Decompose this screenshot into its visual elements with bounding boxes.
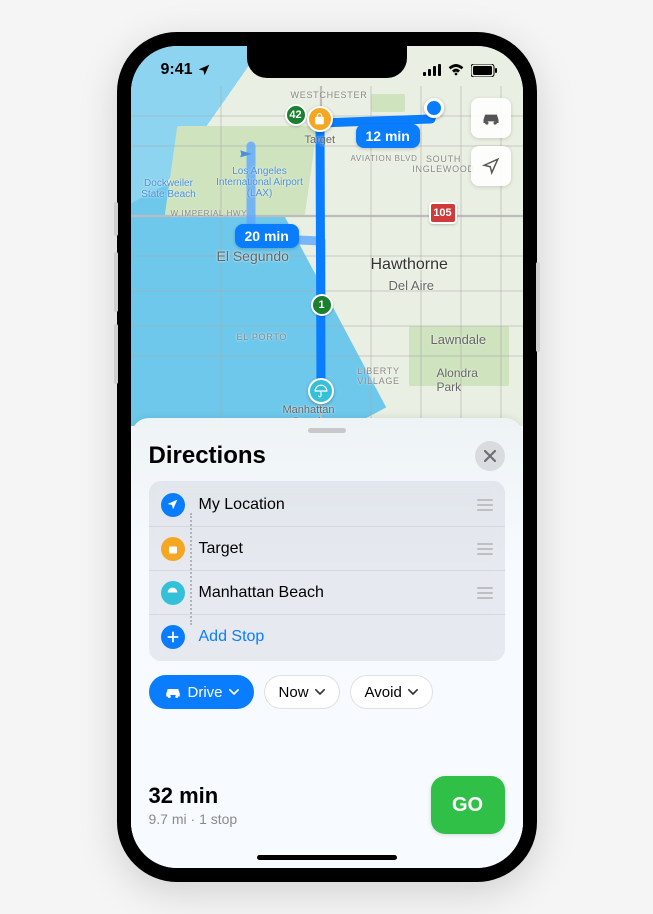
stop-row-my-location[interactable]: My Location — [149, 483, 505, 527]
label-liberty: LIBERTY VILLAGE — [349, 366, 409, 386]
car-icon — [481, 110, 501, 126]
stop-label: My Location — [199, 496, 477, 514]
pill-label: Now — [279, 684, 309, 701]
home-indicator[interactable] — [257, 855, 397, 860]
label-el-porto: EL PORTO — [237, 332, 288, 342]
location-icon — [482, 157, 500, 175]
label-el-segundo: El Segundo — [217, 248, 289, 264]
stop-row-target[interactable]: Target — [149, 527, 505, 571]
poi-manhattan-beach[interactable] — [308, 378, 334, 404]
stop-label: Manhattan Beach — [199, 584, 477, 602]
location-arrow-icon — [197, 63, 211, 77]
time-pill[interactable]: Now — [264, 675, 340, 709]
plus-icon — [166, 630, 180, 644]
add-stop-label: Add Stop — [199, 628, 493, 646]
umbrella-icon — [166, 586, 179, 599]
location-fill-icon — [166, 498, 179, 511]
label-target: Target — [305, 134, 336, 146]
stop-row-manhattan-beach[interactable]: Manhattan Beach — [149, 571, 505, 615]
wifi-icon — [447, 64, 465, 76]
label-del-aire: Del Aire — [389, 278, 435, 293]
shield-ca42: 42 — [285, 104, 307, 126]
drag-handle-icon[interactable] — [477, 543, 493, 555]
airplane-icon — [239, 148, 253, 162]
chevron-down-icon — [229, 689, 239, 696]
poi-target[interactable] — [307, 106, 333, 132]
close-icon — [484, 450, 496, 462]
pill-label: Avoid — [365, 684, 402, 701]
label-imperial: W IMPERIAL HWY — [171, 209, 248, 218]
drag-handle-icon[interactable] — [477, 499, 493, 511]
pill-label: Drive — [188, 684, 223, 701]
add-stop-button[interactable]: Add Stop — [149, 615, 505, 659]
label-alondra: Alondra Park — [437, 366, 487, 394]
sheet-grabber[interactable] — [308, 428, 346, 433]
stops-list: My Location Target Manhattan Beach — [149, 481, 505, 661]
label-lax: Los Angeles International Airport (LAX) — [215, 166, 305, 199]
bag-icon — [167, 543, 179, 555]
umbrella-icon — [314, 384, 328, 398]
map-view[interactable]: 12 min 20 min 42 105 1 WESTCHESTER Targe… — [131, 46, 523, 426]
avoid-pill[interactable]: Avoid — [350, 675, 433, 709]
bag-icon — [313, 113, 326, 126]
go-label: GO — [452, 794, 483, 817]
stop-label: Target — [199, 540, 477, 558]
close-button[interactable] — [475, 441, 505, 471]
eta-alt: 20 min — [235, 224, 299, 248]
drag-handle-icon[interactable] — [477, 587, 493, 599]
shield-i105: 105 — [429, 202, 457, 224]
eta-primary: 12 min — [356, 124, 420, 148]
label-south-inglewood: SOUTH INGLEWOOD — [409, 154, 479, 174]
sheet-title: Directions — [149, 442, 266, 470]
chevron-down-icon — [315, 689, 325, 696]
label-aviation2: AVIATION BLVD — [351, 154, 418, 163]
poi-current-location[interactable] — [424, 98, 444, 118]
map-recenter-button[interactable] — [471, 146, 511, 186]
summary-time: 32 min — [149, 783, 238, 809]
status-time: 9:41 — [161, 61, 193, 79]
directions-sheet: Directions My Location — [131, 418, 523, 868]
car-icon — [164, 685, 182, 699]
shield-ca1: 1 — [311, 294, 333, 316]
map-mode-button[interactable] — [471, 98, 511, 138]
battery-icon — [471, 64, 497, 77]
label-lawndale: Lawndale — [431, 332, 487, 347]
cellular-icon — [423, 64, 441, 76]
mode-drive-pill[interactable]: Drive — [149, 675, 254, 709]
chevron-down-icon — [408, 689, 418, 696]
summary-sub: 9.7 mi · 1 stop — [149, 811, 238, 827]
label-dockweiler: Dockweiler State Beach — [139, 178, 199, 200]
go-button[interactable]: GO — [431, 776, 505, 834]
label-hawthorne: Hawthorne — [371, 256, 448, 274]
